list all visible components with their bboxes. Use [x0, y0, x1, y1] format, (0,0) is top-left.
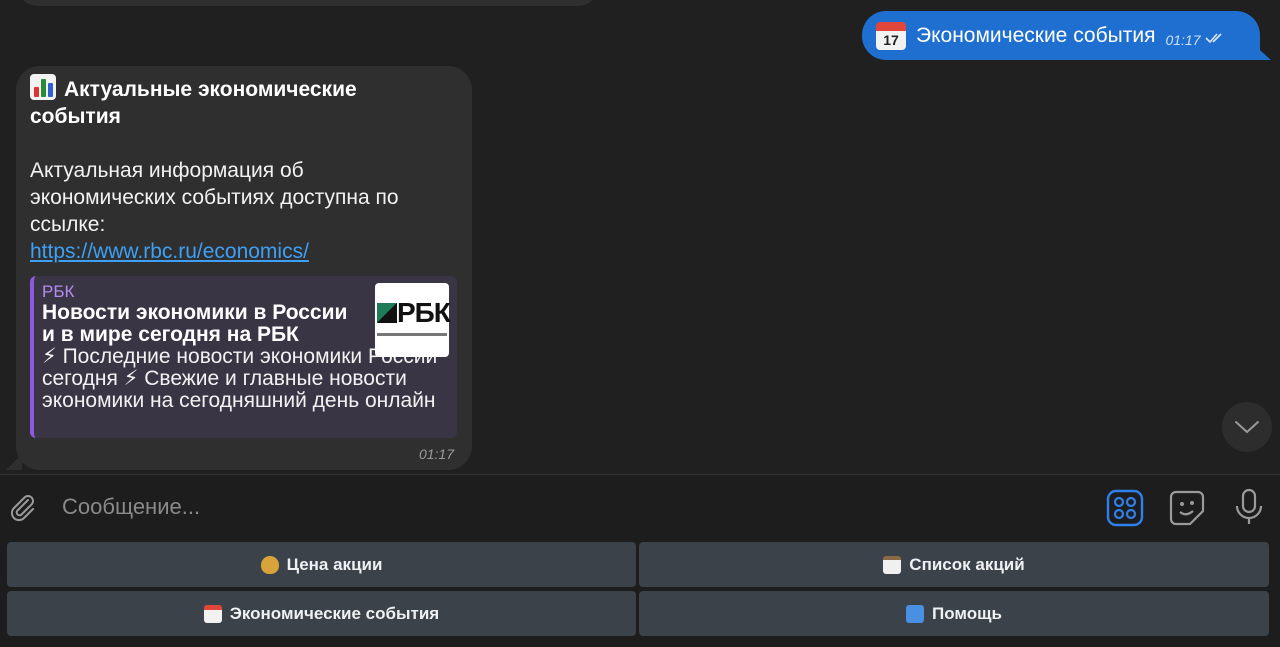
info-icon — [906, 604, 925, 623]
message-body: Актуальная информация об экономических с… — [30, 159, 399, 236]
previous-message-bubble — [16, 0, 600, 6]
rbk-logo-icon — [377, 303, 397, 323]
economic-events-button-label: Экономические события — [229, 603, 440, 623]
preview-title: Новости экономики в России и в мире сего… — [42, 301, 348, 346]
bot-keyboard-icon[interactable] — [1106, 489, 1144, 527]
microphone-icon[interactable] — [1232, 487, 1266, 527]
link-preview[interactable]: РБК Новости экономики в России и в мире … — [30, 276, 457, 438]
chevron-down-icon — [1235, 421, 1259, 434]
scroll-down-button[interactable] — [1222, 402, 1272, 452]
rbk-logo-underline — [377, 333, 447, 336]
money-bag-icon — [260, 555, 279, 574]
outgoing-message[interactable]: 17 Экономические события 01:17 — [862, 11, 1260, 60]
outgoing-message-time: 01:17 — [1165, 31, 1201, 48]
paperclip-icon[interactable] — [6, 491, 38, 523]
chat-area: 17 Экономические события 01:17 Актуальны… — [0, 0, 1280, 474]
calendar-icon: 17 — [876, 21, 906, 50]
preview-thumbnail[interactable]: РБК — [375, 283, 451, 357]
incoming-message[interactable]: Актуальные экономические события Актуаль… — [16, 66, 472, 470]
rbk-logo-text: РБК — [397, 297, 451, 328]
economic-events-button[interactable]: Экономические события — [7, 591, 636, 636]
help-button[interactable]: Помощь — [639, 591, 1269, 636]
message-input[interactable] — [62, 491, 1062, 523]
bot-reply-keyboard: Цена акции Список акций Экономические со… — [0, 540, 1280, 647]
price-button[interactable]: Цена акции — [7, 542, 636, 587]
help-button-label: Помощь — [932, 603, 1002, 623]
stock-list-button[interactable]: Список акций — [639, 542, 1269, 587]
outgoing-bubble-tail — [1253, 44, 1271, 60]
double-check-icon — [1204, 31, 1225, 49]
price-button-label: Цена акции — [286, 554, 383, 574]
incoming-message-time: 01:17 — [418, 446, 454, 462]
calendar-icon — [203, 604, 222, 623]
economics-link[interactable]: https://www.rbc.ru/economics/ — [30, 238, 309, 265]
stock-list-button-label: Список акций — [909, 554, 1025, 574]
message-title-text: Актуальные экономические события — [30, 78, 357, 128]
outgoing-message-text: Экономические события — [916, 23, 1156, 47]
bar-chart-icon — [30, 74, 56, 100]
message-composer — [0, 474, 1280, 540]
clipboard-icon — [883, 555, 902, 574]
sticker-icon[interactable] — [1168, 489, 1206, 527]
message-title: Актуальные экономические события — [30, 74, 410, 130]
